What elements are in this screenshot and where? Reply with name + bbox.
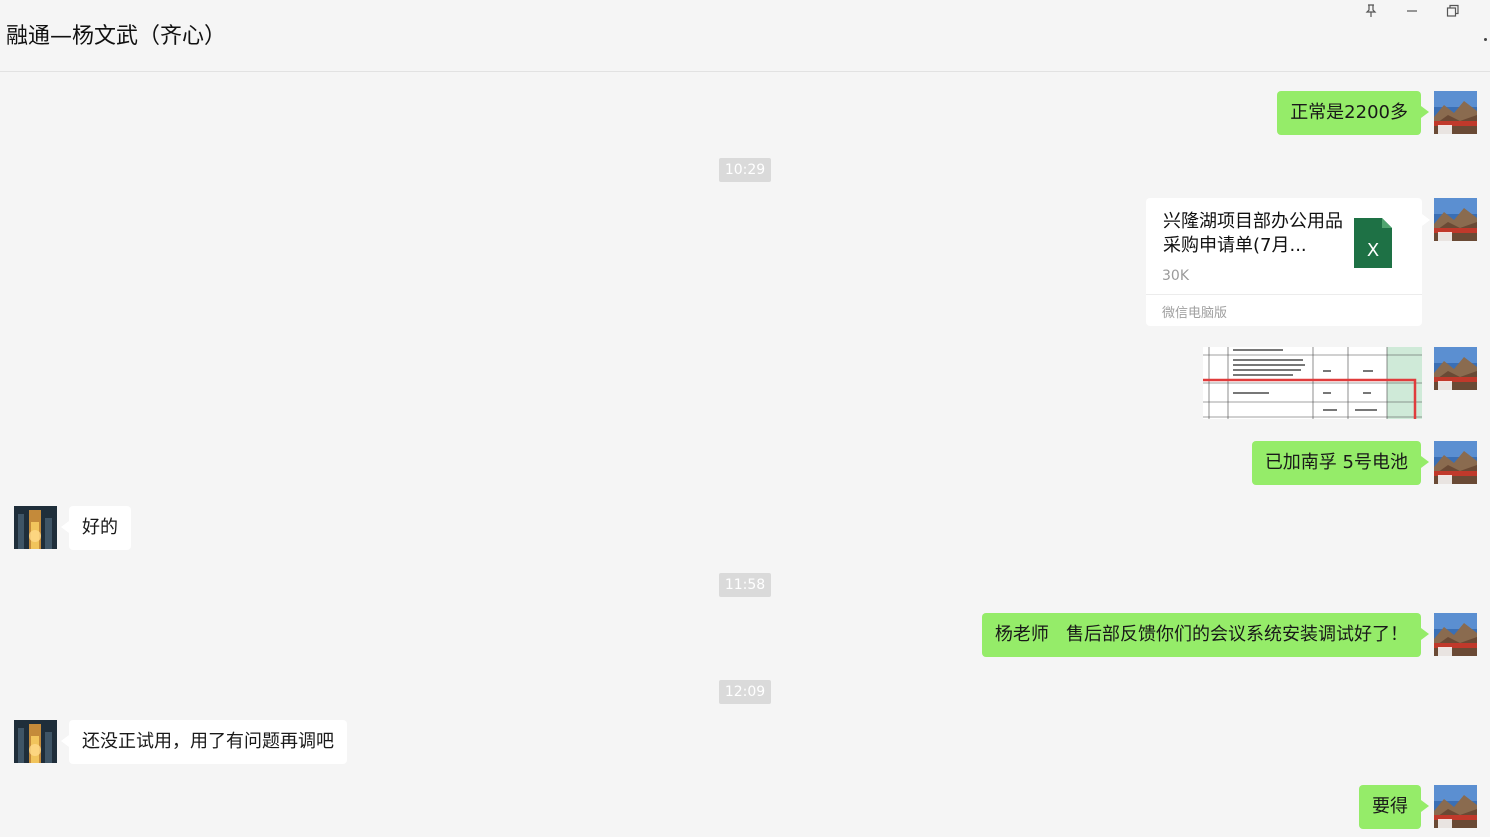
file-size: 30K xyxy=(1162,268,1189,284)
my-avatar[interactable] xyxy=(1434,613,1477,656)
my-avatar[interactable] xyxy=(1434,785,1477,828)
message-bubble-sent[interactable]: 正常是2200多 xyxy=(1277,91,1429,135)
message-text: 正常是2200多 xyxy=(1290,102,1408,123)
message-text: 要得 xyxy=(1372,796,1408,817)
restore-icon[interactable] xyxy=(1438,0,1468,22)
message-bubble-received[interactable]: 还没正试用，用了有问题再调吧 xyxy=(61,720,347,764)
my-avatar[interactable] xyxy=(1434,441,1477,484)
file-name: 兴隆湖项目部办公用品采购申请单(7月... xyxy=(1163,211,1343,256)
image-message[interactable] xyxy=(1203,347,1422,419)
minimize-icon[interactable] xyxy=(1397,0,1427,22)
chat-title: 融通—杨文武（齐心） xyxy=(6,24,227,49)
message-bubble-sent[interactable]: 杨老师 售后部反馈你们的会议系统安装调试好了！ xyxy=(981,613,1430,657)
message-text: 已加南孚 5号电池 xyxy=(1264,452,1408,473)
file-message[interactable]: 兴隆湖项目部办公用品采购申请单(7月... 30K X 微信电脑版 xyxy=(1146,198,1430,326)
timestamp: 11:58 xyxy=(719,573,771,597)
contact-avatar[interactable] xyxy=(14,506,57,549)
timestamp: 12:09 xyxy=(719,680,771,704)
more-dot-icon[interactable] xyxy=(1484,38,1487,41)
my-avatar[interactable] xyxy=(1434,347,1477,390)
excel-icon: X xyxy=(1354,218,1392,268)
my-avatar[interactable] xyxy=(1434,198,1477,241)
message-bubble-sent[interactable]: 要得 xyxy=(1359,785,1429,829)
file-divider xyxy=(1146,294,1422,295)
message-bubble-received[interactable]: 好的 xyxy=(61,506,131,550)
my-avatar[interactable] xyxy=(1434,91,1477,134)
pin-icon[interactable] xyxy=(1356,0,1386,22)
svg-text:X: X xyxy=(1367,240,1379,261)
message-text: 好的 xyxy=(82,517,118,538)
message-bubble-sent[interactable]: 已加南孚 5号电池 xyxy=(1251,441,1430,485)
file-source: 微信电脑版 xyxy=(1162,306,1228,321)
timestamp: 10:29 xyxy=(719,158,771,182)
message-text: 杨老师 售后部反馈你们的会议系统安装调试好了！ xyxy=(994,624,1408,645)
message-text: 还没正试用，用了有问题再调吧 xyxy=(82,731,334,752)
contact-avatar[interactable] xyxy=(14,720,57,763)
chat-header: 融通—杨文武（齐心） xyxy=(0,0,1490,72)
